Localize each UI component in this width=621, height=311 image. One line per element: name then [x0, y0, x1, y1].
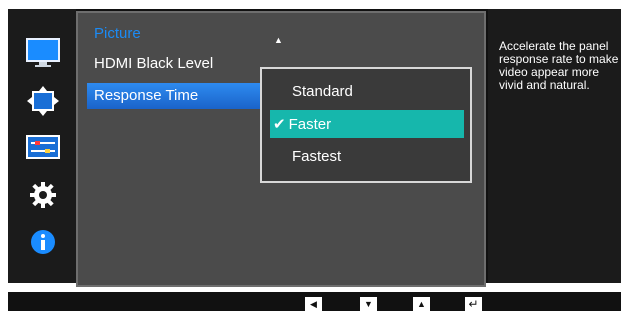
gear-icon[interactable]	[23, 178, 63, 212]
enter-button[interactable]: ↵	[465, 297, 482, 311]
scroll-up-icon[interactable]: ▲	[274, 35, 283, 45]
monitor-icon[interactable]	[23, 36, 63, 70]
up-button[interactable]: ▲	[413, 297, 430, 311]
option-faster-label: Faster	[288, 115, 332, 133]
menu-item-response-time[interactable]: Response Time	[87, 83, 263, 109]
option-faster[interactable]: ✔ Faster	[270, 110, 464, 138]
menu-item-hdmi-black-level[interactable]: HDMI Black Level	[94, 55, 213, 72]
resize-arrows-icon[interactable]	[23, 84, 63, 118]
option-fastest[interactable]: Fastest	[292, 148, 341, 165]
down-button[interactable]: ▼	[360, 297, 377, 311]
info-icon[interactable]	[23, 225, 63, 259]
left-button[interactable]: ◀	[305, 297, 322, 311]
menu-title: Picture	[94, 25, 141, 42]
description-text: Accelerate the panel response rate to ma…	[499, 39, 619, 92]
option-standard[interactable]: Standard	[292, 83, 353, 100]
checkmark-icon: ✔	[273, 116, 286, 133]
settings-panel-icon[interactable]	[23, 130, 63, 164]
